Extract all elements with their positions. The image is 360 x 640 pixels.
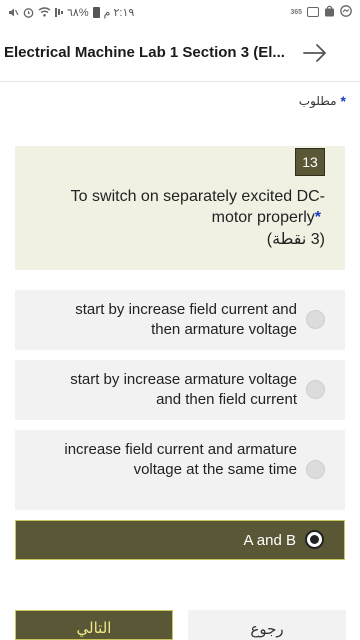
option-label: start by increase field current and then… (75, 301, 297, 338)
battery-icon (92, 6, 100, 18)
radio-button[interactable] (306, 380, 325, 399)
status-bar: ٢:١٩ م %٦٨ 365 (0, 0, 360, 24)
radio-button[interactable] (306, 310, 325, 329)
next-button[interactable]: التالي (15, 610, 173, 640)
option-label: A and B (243, 532, 296, 549)
arrow-right-icon[interactable] (290, 24, 340, 82)
messenger-icon (340, 4, 352, 20)
mute-icon (8, 7, 19, 18)
gallery-icon (307, 7, 319, 17)
question-text-block: To switch on separately excited DC-motor… (45, 186, 325, 250)
back-button[interactable]: رجوع (188, 610, 346, 640)
radio-button-selected[interactable] (305, 530, 324, 549)
status-left: ٢:١٩ م %٦٨ (8, 6, 134, 19)
required-note: * مطلوب (299, 93, 346, 109)
wifi-icon (38, 7, 51, 17)
option-item[interactable]: start by increase armature voltage and t… (15, 360, 345, 420)
option-label: increase field current and armature volt… (64, 441, 297, 478)
option-item-selected[interactable]: A and B (15, 520, 345, 560)
alarm-icon (23, 7, 34, 18)
question-text: To switch on separately excited DC-motor… (70, 188, 325, 226)
status-time: ٢:١٩ م (103, 6, 135, 19)
form-title: Electrical Machine Lab 1 Section 3 (El..… (4, 44, 285, 61)
required-star: * (340, 93, 346, 109)
question-points: (3 نقطة) (266, 231, 325, 248)
question-number-badge: 13 (295, 148, 325, 176)
status-right: 365 (290, 4, 352, 20)
shopping-icon (324, 5, 335, 20)
signal-icon (55, 7, 63, 17)
battery-percent: %٦٨ (67, 6, 89, 19)
bottom-nav: التالي رجوع (0, 610, 360, 640)
app-header: Electrical Machine Lab 1 Section 3 (El..… (0, 24, 360, 82)
required-star: * (314, 209, 321, 226)
option-label: start by increase armature voltage and t… (70, 371, 297, 408)
question-card: 13 To switch on separately excited DC-mo… (15, 146, 345, 270)
option-item[interactable]: start by increase field current and then… (15, 290, 345, 350)
radio-button[interactable] (306, 460, 325, 479)
hd-icon: 365 (290, 8, 302, 16)
option-item[interactable]: increase field current and armature volt… (15, 430, 345, 510)
required-label: مطلوب (298, 94, 337, 108)
